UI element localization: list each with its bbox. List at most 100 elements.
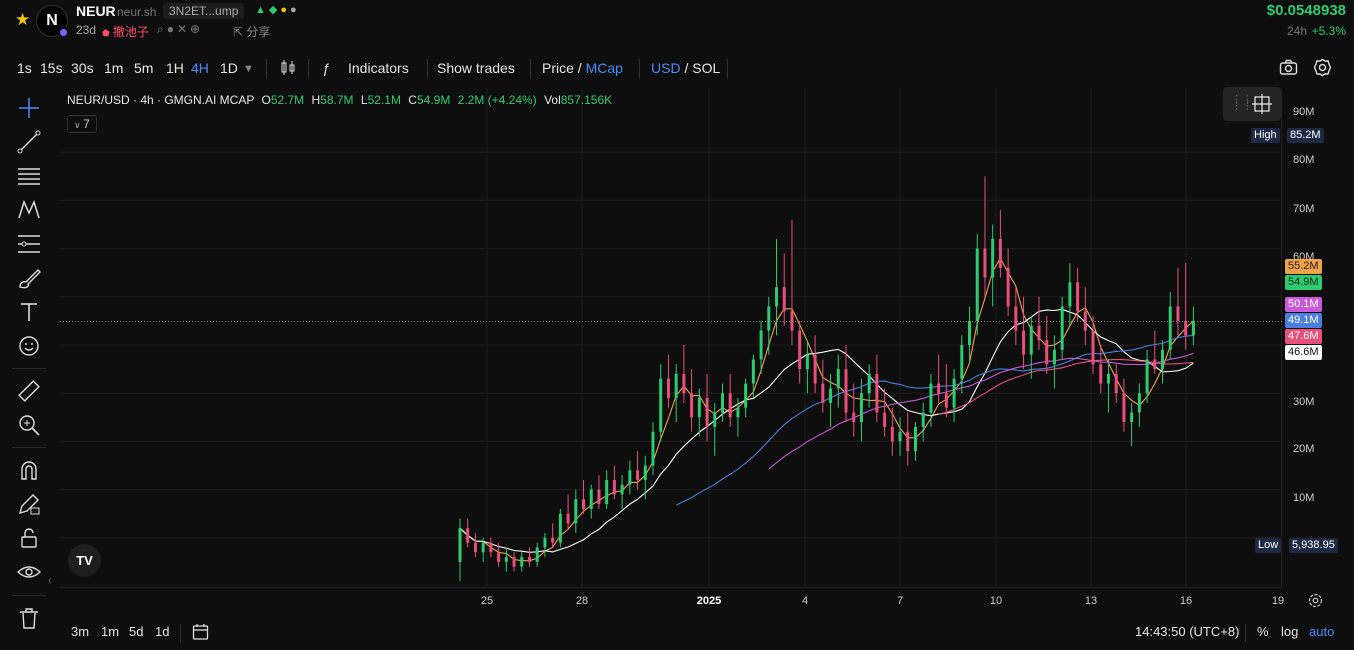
twitter-x-icon[interactable]: ✕ [177, 22, 190, 36]
candle-body [489, 542, 493, 553]
ruler-icon[interactable] [16, 378, 42, 404]
last-price-marker: 54.9M [1285, 275, 1322, 290]
low-value: 52.1M [367, 93, 401, 107]
fullscreen-icon [1252, 94, 1272, 114]
range-5d[interactable]: 5d [129, 624, 143, 639]
interval-dropdown-icon[interactable]: ▼ [243, 63, 254, 75]
interval-1m[interactable]: 1m [104, 60, 123, 76]
collapse-toolbar-icon[interactable]: ‹ [48, 575, 52, 587]
candle-body [1130, 412, 1134, 423]
range-1m[interactable]: 1m [101, 624, 119, 639]
tools-divider [12, 595, 46, 596]
zoom-in-icon[interactable] [16, 412, 42, 438]
indicators-icon[interactable]: ƒ [322, 60, 330, 76]
candle-body [527, 557, 531, 562]
candle-body [666, 378, 670, 399]
candle-body [790, 311, 794, 331]
candle-body [543, 537, 547, 548]
candlestick-chart[interactable] [60, 88, 1282, 588]
open-value: 52.7M [270, 93, 305, 107]
candle-body [1091, 330, 1095, 365]
price-tick: 30M [1293, 396, 1315, 408]
social-links: ⌕●✕⊕ [157, 22, 203, 37]
brush-icon[interactable] [16, 265, 42, 291]
interval-1d[interactable]: 1D [220, 60, 238, 76]
token-website-link[interactable]: neur.sh [117, 5, 156, 19]
candle-body [620, 484, 624, 495]
pattern-icon[interactable] [16, 197, 42, 223]
screenshot-camera-icon[interactable] [1279, 59, 1298, 79]
share-button[interactable]: ⇱ 分享 [233, 23, 270, 40]
timezone-clock[interactable]: 14:43:50 (UTC+8) [1135, 624, 1239, 639]
search-icon[interactable]: ⌕ [157, 22, 167, 36]
magnet-icon[interactable] [16, 457, 42, 483]
candle-body [659, 378, 663, 432]
interval-1s[interactable]: 1s [17, 60, 32, 76]
toolbar-divider [427, 59, 428, 79]
sol-option[interactable]: SOL [692, 60, 720, 76]
show-trades-button[interactable]: Show trades [437, 60, 515, 76]
chart-pane[interactable] [60, 88, 1282, 588]
mcap-option[interactable]: MCap [586, 60, 623, 76]
candle-body [1022, 330, 1026, 355]
candle-body [512, 557, 516, 567]
price-option[interactable]: Price [542, 60, 574, 76]
lock-drawing-pencil-icon[interactable] [16, 491, 42, 517]
tools-divider [12, 368, 46, 369]
price-mcap-toggle[interactable]: Price / MCap [542, 60, 623, 76]
candle-body [852, 412, 856, 423]
emoji-icon[interactable] [16, 333, 42, 359]
settings-gear-icon[interactable] [1313, 58, 1332, 80]
ma-line-ma4 [768, 352, 1194, 470]
drag-handle-icon[interactable]: ⋮⋮ ⋮⋮ [1231, 95, 1253, 112]
range-1d[interactable]: 1d [155, 624, 169, 639]
indicators-button[interactable]: Indicators [348, 60, 409, 76]
candle-body [473, 542, 477, 553]
unlock-icon[interactable] [16, 525, 42, 551]
change-value: 2.2M (+4.24%) [457, 93, 537, 107]
bottom-divider [1245, 624, 1246, 642]
horizontal-lines-icon[interactable] [16, 163, 42, 189]
candle-body [1045, 340, 1049, 365]
interval-5m[interactable]: 5m [134, 60, 153, 76]
auto-scale-toggle[interactable]: auto [1309, 624, 1334, 639]
candle-body [867, 373, 871, 394]
chain-icon[interactable]: ● [167, 22, 177, 36]
toolbar-divider [727, 59, 728, 79]
percent-scale-toggle[interactable]: % [1257, 624, 1269, 639]
interval-15s[interactable]: 15s [40, 60, 63, 76]
globe-icon[interactable]: ⊕ [190, 22, 203, 36]
visibility-eye-icon[interactable] [16, 559, 42, 585]
candle-body [612, 479, 616, 495]
date-range-calendar-icon[interactable] [192, 623, 210, 644]
range-3m[interactable]: 3m [71, 624, 89, 639]
text-icon[interactable] [16, 299, 42, 325]
legend-title: NEUR/USD · 4h · GMGN.AI MCAP [67, 93, 255, 107]
candle-body [921, 412, 925, 427]
candle-body [960, 345, 964, 379]
token-header: ★ N NEUR neur.sh 3N2ET...ump ▲◆●● 23d ⬟ 撤… [0, 0, 1354, 48]
axis-settings-gear-icon[interactable] [1308, 593, 1323, 613]
ma5-price-marker: 47.6M [1285, 329, 1322, 344]
log-scale-toggle[interactable]: log [1281, 624, 1298, 639]
interval-4h[interactable]: 4H [191, 60, 209, 76]
fib-retracement-icon[interactable] [16, 231, 42, 257]
interval-1h[interactable]: 1H [166, 60, 184, 76]
usd-option[interactable]: USD [651, 60, 681, 76]
candle-body [720, 393, 724, 413]
interval-30s[interactable]: 30s [71, 60, 94, 76]
high-label: H [311, 93, 321, 107]
indicators-collapse-button[interactable]: ∨ 7 [67, 115, 97, 133]
tradingview-logo[interactable]: TV [68, 544, 101, 577]
candle-type-icon[interactable] [280, 59, 296, 80]
chevron-down-icon: ∨ [74, 120, 84, 130]
candle-body [1068, 282, 1072, 307]
fullscreen-button[interactable]: ⋮⋮ ⋮⋮ [1223, 87, 1281, 121]
trend-line-icon[interactable] [16, 129, 42, 155]
favorite-star-icon[interactable]: ★ [15, 11, 30, 28]
crosshair-icon[interactable] [16, 95, 42, 121]
token-address-copy[interactable]: 3N2ET...ump [163, 3, 245, 19]
currency-toggle[interactable]: USD / SOL [651, 60, 720, 76]
ma4-price-marker: 50.1M [1285, 297, 1322, 312]
token-logo: N [36, 5, 69, 38]
